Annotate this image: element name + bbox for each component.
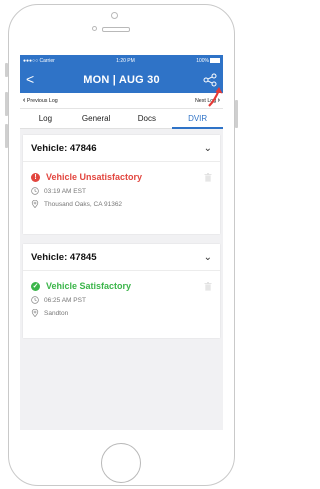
time-row: 03:19 AM EST (23, 182, 220, 195)
card-header[interactable]: Vehicle: 47846 ⌄ (23, 135, 220, 162)
chevron-down-icon[interactable]: ⌄ (204, 252, 212, 263)
share-icon[interactable] (203, 73, 217, 87)
home-button[interactable] (101, 443, 141, 483)
volume-up-button (5, 92, 8, 116)
volume-down-button (5, 124, 8, 148)
inspection-location: Thousand Oaks, CA 91362 (44, 200, 123, 208)
battery-icon (210, 57, 220, 64)
location-row: Sandton (23, 304, 220, 317)
clock-icon (31, 187, 39, 195)
inspection-time: 03:19 AM EST (44, 187, 86, 195)
app-bar: < MON | AUG 30 (20, 67, 223, 93)
carrier-label: ●●●○○ Carrier (23, 58, 55, 64)
front-camera (111, 12, 118, 19)
chevron-left-icon: ‹ (23, 97, 26, 104)
trash-icon[interactable] (204, 173, 212, 182)
vehicle-title: Vehicle: 47846 (31, 142, 97, 154)
active-tab-indicator (172, 127, 223, 129)
inspection-status: ✓ Vehicle Satisfactory (23, 271, 220, 291)
previous-log-link[interactable]: ‹ Previous Log (23, 97, 58, 104)
annotation-arrow (208, 87, 223, 107)
inspection-time: 06:25 AM PST (44, 296, 86, 304)
log-navigation: ‹ Previous Log Next Log › (20, 93, 223, 109)
tab-log[interactable]: Log (20, 109, 71, 128)
inspection-location: Sandton (44, 309, 69, 317)
vehicle-title: Vehicle: 47845 (31, 251, 97, 263)
card-header[interactable]: Vehicle: 47845 ⌄ (23, 244, 220, 271)
back-button[interactable]: < (26, 71, 34, 87)
time-row: 06:25 AM PST (23, 291, 220, 304)
location-pin-icon (31, 309, 39, 317)
clock-icon (31, 296, 39, 304)
chevron-down-icon[interactable]: ⌄ (204, 143, 212, 154)
status-text: Vehicle Satisfactory (46, 281, 132, 291)
alert-icon: ! (31, 172, 40, 182)
earpiece-speaker (102, 27, 130, 32)
location-row: Thousand Oaks, CA 91362 (23, 195, 220, 208)
dvir-card: Vehicle: 47846 ⌄ ! Vehicle Unsatisfactor… (23, 135, 220, 234)
battery-indicator: 100% (196, 57, 220, 64)
clock: 1:20 PM (116, 58, 135, 64)
status-text: Vehicle Unsatisfactory (46, 172, 143, 182)
power-button (235, 100, 238, 128)
status-bar: ●●●○○ Carrier 1:20 PM 100% (20, 55, 223, 67)
mute-switch (5, 63, 8, 77)
inspection-status: ! Vehicle Unsatisfactory (23, 162, 220, 182)
tab-bar: Log General Docs DVIR (20, 109, 223, 129)
proximity-sensor (92, 26, 97, 31)
page-title: MON | AUG 30 (83, 74, 160, 86)
app-screen: ●●●○○ Carrier 1:20 PM 100% < MON | AUG 3… (20, 55, 223, 430)
tab-general[interactable]: General (71, 109, 122, 128)
check-icon: ✓ (31, 281, 40, 291)
location-pin-icon (31, 200, 39, 208)
tab-docs[interactable]: Docs (122, 109, 173, 128)
trash-icon[interactable] (204, 282, 212, 291)
dvir-card: Vehicle: 47845 ⌄ ✓ Vehicle Satisfactory … (23, 244, 220, 338)
tab-dvir[interactable]: DVIR (172, 109, 223, 128)
